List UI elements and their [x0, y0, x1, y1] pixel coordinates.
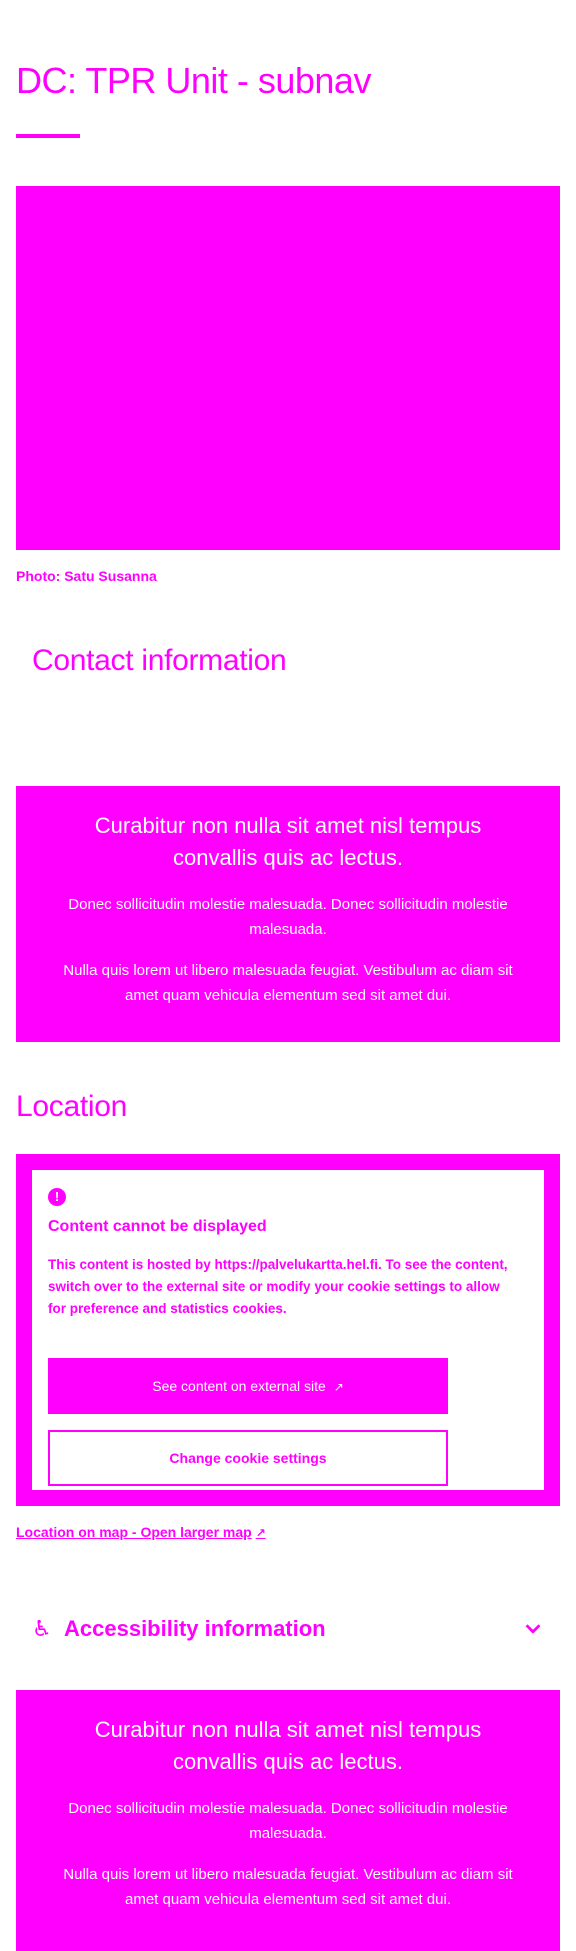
- open-map-link[interactable]: Location on map - Open larger map ↗: [16, 1524, 266, 1540]
- info-box-paragraph: Nulla quis lorem ut libero malesuada feu…: [63, 1866, 513, 1908]
- alert-text: This content is hosted by https://palvel…: [48, 1257, 508, 1316]
- external-site-button[interactable]: See content on external site ↗: [48, 1358, 448, 1414]
- chevron-down-icon: [525, 1624, 541, 1634]
- external-site-button-label: See content on external site: [152, 1378, 326, 1394]
- info-box: Curabitur non nulla sit amet nisl tempus…: [16, 786, 560, 1042]
- photo-credit: Photo: Satu Susanna: [16, 568, 157, 584]
- info-box-paragraph: Donec sollicitudin molestie malesuada. D…: [68, 896, 508, 938]
- accessibility-accordion[interactable]: ♿ Accessibility information: [32, 1610, 544, 1650]
- info-box-lead: Curabitur non nulla sit amet nisl tempus…: [94, 813, 482, 870]
- cookie-settings-button[interactable]: Change cookie settings: [48, 1430, 448, 1486]
- alert-title: Content cannot be displayed: [48, 1218, 267, 1235]
- title-underline: [16, 134, 80, 138]
- info-box-lead: Curabitur non nulla sit amet nisl tempus…: [94, 1717, 482, 1774]
- cookie-notice: ! Content cannot be displayed This conte…: [32, 1170, 544, 1490]
- location-heading: Location: [16, 1090, 128, 1123]
- page-title: DC: TPR Unit - subnav: [16, 60, 371, 101]
- open-map-link-label: Location on map - Open larger map: [16, 1524, 252, 1540]
- info-box-paragraph: Donec sollicitudin molestie malesuada. D…: [68, 1800, 508, 1842]
- info-box-paragraph: Nulla quis lorem ut libero malesuada feu…: [63, 962, 513, 1004]
- exclamation-icon: !: [48, 1188, 66, 1206]
- external-link-icon: ↗: [333, 1380, 344, 1394]
- info-box: Curabitur non nulla sit amet nisl tempus…: [16, 1690, 560, 1951]
- wheelchair-icon: ♿: [32, 1616, 52, 1641]
- hero-image: [16, 186, 560, 550]
- external-link-icon: ↗: [255, 1526, 266, 1540]
- contact-heading: Contact information: [32, 644, 287, 677]
- accessibility-title: Accessibility information: [64, 1616, 326, 1641]
- location-embed-frame: ! Content cannot be displayed This conte…: [16, 1154, 560, 1506]
